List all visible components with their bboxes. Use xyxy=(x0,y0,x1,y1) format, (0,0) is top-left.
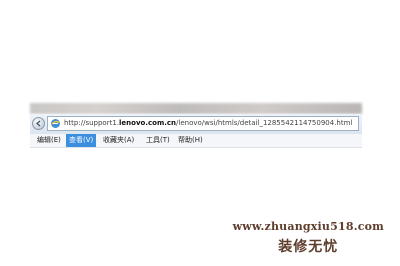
menu-tools[interactable]: 工具(T) xyxy=(143,134,173,147)
back-arrow-icon xyxy=(36,120,41,127)
screenshot-page: http://support1.lenovo.com.cn/lenovo/wsi… xyxy=(0,0,400,266)
url-path: /lenovo/wsi/htmls/detail_128554211475090… xyxy=(176,119,353,127)
menu-edit[interactable]: 编辑(E) xyxy=(34,134,64,147)
address-input[interactable]: http://support1.lenovo.com.cn/lenovo/wsi… xyxy=(47,116,359,131)
back-button[interactable] xyxy=(32,117,45,130)
ie-page-icon xyxy=(51,119,60,128)
address-bar-row: http://support1.lenovo.com.cn/lenovo/wsi… xyxy=(30,114,362,135)
watermark-name: 装修无忧 xyxy=(278,239,339,255)
menu-view[interactable]: 查看(V) xyxy=(66,134,97,147)
browser-window-strip: http://support1.lenovo.com.cn/lenovo/wsi… xyxy=(30,103,362,148)
url-host-domain: lenovo.com.cn xyxy=(119,119,177,127)
menu-favorites[interactable]: 收藏夹(A) xyxy=(100,134,137,147)
menu-bar: 编辑(E) 查看(V) 收藏夹(A) 工具(T) 帮助(H) xyxy=(30,134,362,148)
address-url: http://support1.lenovo.com.cn/lenovo/wsi… xyxy=(64,118,352,129)
blurred-title-bar xyxy=(30,103,362,114)
watermark-url: www.zhuangxiu518.com xyxy=(232,220,384,233)
url-scheme: http:// xyxy=(64,119,86,127)
url-host-prefix: support1. xyxy=(85,119,120,127)
menu-help[interactable]: 帮助(H) xyxy=(175,134,206,147)
site-watermark: www.zhuangxiu518.com 装修无忧 xyxy=(233,220,384,256)
